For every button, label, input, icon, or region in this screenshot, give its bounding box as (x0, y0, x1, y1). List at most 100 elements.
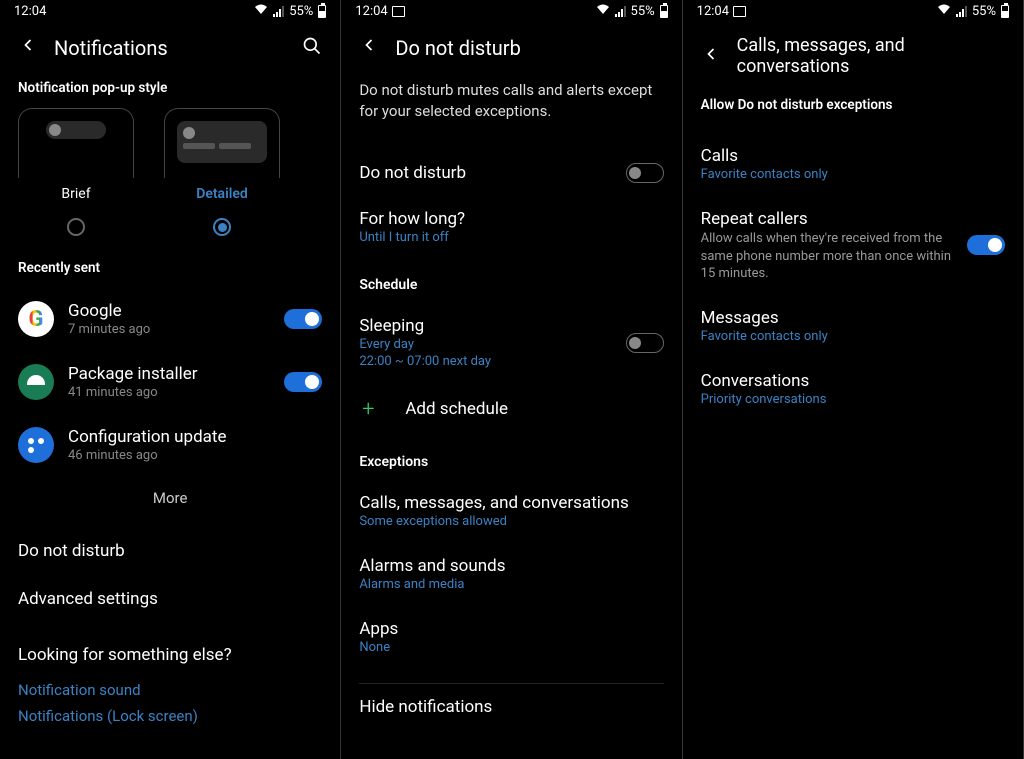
config-icon (18, 427, 54, 463)
google-icon: G (18, 301, 54, 337)
app-name: Package installer (68, 363, 270, 385)
screen-calls-messages: 12:04 55% Calls, messages, and conversat… (683, 0, 1024, 759)
more-button[interactable]: More (0, 477, 340, 527)
search-icon[interactable] (302, 36, 322, 60)
toggle-dnd[interactable] (626, 163, 664, 183)
popup-option-brief[interactable]: Brief (18, 108, 134, 236)
alarms-sub: Alarms and media (359, 577, 663, 594)
back-icon[interactable] (359, 35, 379, 60)
status-bar: 12:04 55% (683, 0, 1023, 21)
add-schedule-label: Add schedule (405, 398, 508, 420)
toggle-google[interactable] (284, 309, 322, 329)
plus-icon: + (359, 397, 377, 422)
header: Calls, messages, and conversations (683, 21, 1023, 97)
battery-percent: 55% (972, 4, 996, 19)
conversations-sub: Priority conversations (701, 392, 1005, 409)
calls-sub: Favorite contacts only (701, 167, 1005, 184)
package-icon (18, 364, 54, 400)
wifi-icon (254, 4, 268, 19)
status-bar: 12:04 55% (341, 0, 681, 21)
toggle-package[interactable] (284, 372, 322, 392)
link-notification-sound[interactable]: Notification sound (0, 677, 340, 703)
calls-messages-item[interactable]: Calls, messages, and conversations Some … (341, 480, 681, 543)
dnd-description: Do not disturb mutes calls and alerts ex… (341, 80, 681, 150)
battery-icon (318, 5, 326, 18)
battery-icon (1001, 5, 1009, 18)
header: Do not disturb (341, 21, 681, 80)
screen-dnd: 12:04 55% Do not disturb Do not disturb … (341, 0, 682, 759)
calls-title: Calls (701, 145, 1005, 167)
link-notifications-lock-screen[interactable]: Notifications (Lock screen) (0, 703, 340, 729)
app-time: 7 minutes ago (68, 322, 270, 339)
repeat-title: Repeat callers (701, 208, 957, 230)
repeat-callers-item[interactable]: Repeat callers Allow calls when they're … (683, 196, 1023, 295)
signal-icon (615, 6, 626, 17)
messages-item[interactable]: Messages Favorite contacts only (683, 295, 1023, 358)
allow-exceptions-label: Allow Do not disturb exceptions (683, 97, 1023, 113)
sleeping-sub2: 22:00 ~ 07:00 next day (359, 354, 625, 371)
page-title: Notifications (54, 36, 286, 60)
popup-style-label: Notification pop-up style (0, 80, 340, 96)
popup-option-detailed[interactable]: Detailed (164, 108, 280, 236)
alarms-sounds-item[interactable]: Alarms and sounds Alarms and media (341, 543, 681, 606)
app-time: 46 minutes ago (68, 448, 322, 465)
apps-sub: None (359, 640, 663, 657)
screen-notifications: 12:04 55% Notifications Notification pop… (0, 0, 341, 759)
page-title: Do not disturb (395, 36, 663, 60)
app-item-config-update[interactable]: Configuration update 46 minutes ago (0, 414, 340, 477)
sleeping-item[interactable]: Sleeping Every day 22:00 ~ 07:00 next da… (341, 303, 681, 383)
battery-icon (660, 5, 668, 18)
app-item-package-installer[interactable]: Package installer 41 minutes ago (0, 351, 340, 414)
calls-msgs-title: Calls, messages, and conversations (359, 492, 663, 514)
battery-percent: 55% (289, 4, 313, 19)
page-title: Calls, messages, and conversations (737, 35, 1005, 77)
calls-item[interactable]: Calls Favorite contacts only (683, 133, 1023, 196)
app-item-google[interactable]: G Google 7 minutes ago (0, 288, 340, 351)
advanced-settings-item[interactable]: Advanced settings (0, 575, 340, 623)
wifi-icon (596, 4, 610, 19)
exceptions-header: Exceptions (341, 436, 681, 480)
header: Notifications (0, 21, 340, 80)
toggle-sleeping[interactable] (626, 333, 664, 353)
radio-brief[interactable] (67, 218, 85, 236)
repeat-sub: Allow calls when they're received from t… (701, 230, 957, 283)
messages-title: Messages (701, 307, 1005, 329)
popup-detailed-label: Detailed (196, 186, 248, 202)
popup-brief-label: Brief (61, 186, 90, 202)
status-bar: 12:04 55% (0, 0, 340, 21)
picture-icon (733, 6, 746, 17)
toggle-repeat-callers[interactable] (967, 235, 1005, 255)
dnd-toggle-row[interactable]: Do not disturb (341, 150, 681, 196)
sleeping-sub1: Every day (359, 337, 625, 354)
looking-label: Looking for something else? (0, 623, 340, 677)
back-icon[interactable] (18, 35, 38, 60)
sleeping-title: Sleeping (359, 315, 625, 337)
picture-icon (392, 6, 405, 17)
messages-sub: Favorite contacts only (701, 329, 1005, 346)
dnd-item[interactable]: Do not disturb (0, 527, 340, 575)
radio-detailed[interactable] (213, 218, 231, 236)
signal-icon (273, 6, 284, 17)
conversations-item[interactable]: Conversations Priority conversations (683, 358, 1023, 421)
app-name: Google (68, 300, 270, 322)
signal-icon (956, 6, 967, 17)
apps-title: Apps (359, 618, 663, 640)
status-time: 12:04 (14, 4, 46, 19)
dnd-label: Do not disturb (359, 162, 466, 184)
status-time: 12:04 (355, 4, 387, 19)
hide-notifications-item[interactable]: Hide notifications (341, 684, 681, 730)
calls-msgs-sub: Some exceptions allowed (359, 514, 663, 531)
apps-item[interactable]: Apps None (341, 606, 681, 669)
battery-percent: 55% (631, 4, 655, 19)
back-icon[interactable] (701, 44, 721, 69)
conversations-title: Conversations (701, 370, 1005, 392)
schedule-header: Schedule (341, 259, 681, 303)
app-time: 41 minutes ago (68, 385, 270, 402)
how-long-sub: Until I turn it off (359, 230, 663, 247)
alarms-title: Alarms and sounds (359, 555, 663, 577)
hide-label: Hide notifications (359, 696, 492, 718)
how-long-title: For how long? (359, 208, 663, 230)
how-long-item[interactable]: For how long? Until I turn it off (341, 196, 681, 259)
add-schedule-button[interactable]: + Add schedule (341, 383, 681, 436)
app-name: Configuration update (68, 426, 322, 448)
